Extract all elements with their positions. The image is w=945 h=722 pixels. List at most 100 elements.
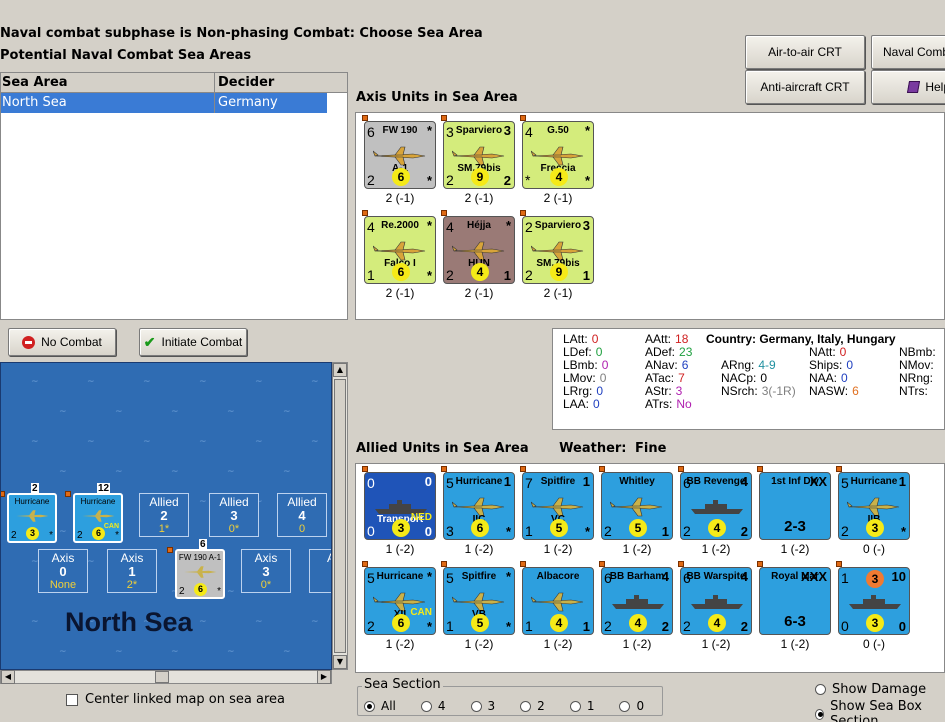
stat-key: NAtt: [809, 345, 836, 359]
stat-value: 0 [596, 384, 604, 398]
scroll-up-arrow-icon[interactable]: ▲ [333, 363, 347, 377]
box-label: Allied [219, 495, 249, 509]
sea-section-radio[interactable] [364, 700, 375, 712]
show-sea-box-option[interactable]: Show Sea Box Section [815, 699, 945, 722]
map-counter-bottom-right: * [115, 530, 119, 541]
no-combat-button[interactable]: No Combat [8, 328, 116, 356]
column-header-sea-area[interactable]: Sea Area [1, 73, 215, 92]
help-button[interactable]: Help [871, 70, 945, 104]
axis-sea-box-box[interactable]: Axis 1 2* [107, 549, 157, 593]
center-map-checkbox[interactable] [66, 693, 78, 706]
counter-bottom-right-value: * [505, 619, 511, 634]
box-value: 1 [128, 564, 136, 579]
no-entry-icon [22, 335, 36, 349]
axis-sea-box-box[interactable]: Ax [309, 549, 331, 593]
allied-sea-box-box[interactable]: Allied 4 0 [277, 493, 327, 537]
sea-section-radio[interactable] [420, 700, 432, 712]
allied-unit-counter[interactable]: 6 4 BB Warspite 2 2 4 [680, 567, 752, 635]
sea-section-radio[interactable] [619, 700, 631, 712]
horizontal-scroll-thumb[interactable] [155, 671, 169, 683]
vertical-scroll-thumb[interactable] [334, 379, 346, 653]
axis-sea-box-box[interactable]: Axis 0 None [38, 549, 88, 593]
allied-unit-counter[interactable]: 6 4 BB Revenge 2 2 4 [680, 472, 752, 540]
axis-unit-counter[interactable]: 4*Re.2000Falco I1*6 [364, 216, 436, 284]
stat-atac: ATac: 7 [645, 371, 685, 385]
center-map-option[interactable]: Center linked map on sea area [66, 692, 285, 707]
allied-unit-counter[interactable]: 00Transport003NED [364, 472, 436, 540]
box-label: Axis [51, 551, 75, 565]
show-damage-radio[interactable] [815, 684, 826, 695]
map-vertical-scrollbar[interactable]: ▲ ▼ [332, 362, 348, 670]
allied-unit-counter[interactable]: 51HurricaneIIC3*6 [443, 472, 515, 540]
sea-section-option[interactable]: 4 [420, 699, 446, 713]
air-to-air-crt-button[interactable]: Air-to-air CRT [745, 35, 865, 69]
sea-area-cell: North Sea [1, 93, 215, 113]
scroll-down-arrow-icon[interactable]: ▼ [333, 655, 347, 669]
stat-value: 3(-1R) [761, 384, 796, 398]
counter-bottom-right-value: * [900, 524, 906, 539]
counter-bottom-left-value: 1 [525, 618, 533, 634]
table-row[interactable]: North Sea Germany [1, 93, 327, 113]
allied-sea-box-box[interactable]: Allied 2 1* [139, 493, 189, 537]
allied-unit-counter[interactable]: 5*HurricaneXII2*6CAN [364, 567, 436, 635]
wave-mark: ~ [199, 437, 207, 447]
map-counter-circle: 6 [194, 583, 207, 596]
column-header-decider[interactable]: Decider [215, 73, 327, 92]
sea-section-radio[interactable] [569, 700, 581, 712]
initiate-combat-button[interactable]: ✔ Initiate Combat [139, 328, 247, 356]
allied-unit-counter[interactable]: Albacore 1 1 4 [522, 567, 594, 635]
counter-bottom-right-value: 2 [503, 173, 511, 188]
map-counter-bottom-right: * [217, 586, 221, 597]
counter-marker-icon [441, 466, 447, 472]
counter-circle-value: 6 [392, 263, 410, 281]
counter-bottom-left-value: 2 [604, 618, 612, 634]
sea-section-option[interactable]: 0 [619, 699, 644, 713]
counter-bottom-left-value: 0 [841, 618, 849, 634]
axis-unit-counter[interactable]: 4*G.50Freccia**4 [522, 121, 594, 189]
anti-aircraft-crt-button[interactable]: Anti-aircraft CRT [745, 70, 865, 104]
allied-unit-counter[interactable]: XXX Royal Mar 6-3 [759, 567, 831, 635]
counter-unit-name: BB Revenge [686, 476, 746, 487]
axis-unit-counter[interactable]: 4*HéjjaHUN214 [443, 216, 515, 284]
show-sea-box-radio[interactable] [815, 708, 825, 720]
sea-section-option[interactable]: 1 [569, 699, 594, 713]
counter-caption: 1 (-2) [464, 542, 494, 556]
allied-sea-box-box[interactable]: Allied 3 0* [209, 493, 259, 537]
wave-mark: ~ [31, 377, 39, 387]
sea-section-option[interactable]: 2 [520, 699, 545, 713]
counter-circle-value: 4 [550, 168, 568, 186]
allied-unit-counter[interactable]: XX 1st Inf Div 2-3 [759, 472, 831, 540]
allied-unit-counter[interactable]: 71SpitfireVC1*5 [522, 472, 594, 540]
sea-section-radio[interactable] [470, 700, 482, 712]
map-counter-bottom-right: * [49, 530, 53, 541]
allied-unit-counter[interactable]: 5*SpitfireVB1*5 [443, 567, 515, 635]
plane-icon [610, 497, 663, 517]
axis-sea-box-box[interactable]: Axis 3 0* [241, 549, 291, 593]
stat-nacp: NACp: 0 [721, 371, 767, 385]
sea-section-option[interactable]: 3 [470, 699, 495, 713]
wave-mark: ~ [143, 377, 151, 387]
show-damage-option[interactable]: Show Damage [815, 682, 926, 697]
map-unit-counter[interactable]: FW 190 A-1 2 6 * 6 [175, 539, 225, 599]
map-unit-counter[interactable]: Hurricane 2 3 * 2 [7, 483, 57, 543]
counter-circle-value: 4 [708, 614, 726, 632]
scroll-left-arrow-icon[interactable]: ◀ [1, 670, 15, 684]
axis-unit-counter[interactable]: 6*FW 190A-12*6 [364, 121, 436, 189]
axis-unit-counter[interactable]: 33SparvieroSM.79bis229 [443, 121, 515, 189]
counter-caption: 2 (-1) [385, 286, 415, 300]
axis-unit-counter[interactable]: 23SparvieroSM.79bis219 [522, 216, 594, 284]
sea-section-group: Sea Section All 4 3 2 1 0 [357, 677, 663, 716]
wave-mark: ~ [255, 377, 263, 387]
allied-unit-counter[interactable]: Whitley 2 1 5 [601, 472, 673, 540]
map-unit-counter[interactable]: Hurricane 2 6 * CAN 12 [73, 483, 123, 543]
map-horizontal-scrollbar[interactable]: ◀ ▶ [0, 670, 332, 684]
sea-area-map[interactable]: ~~~~~~~~~~~~~~~~~~~~~~~~~~~~~~~~~~~~~~~~… [0, 362, 332, 670]
allied-unit-counter[interactable]: 1 10 0 0 3 3 [838, 567, 910, 635]
sea-section-option[interactable]: All [364, 699, 396, 713]
naval-combat-crt-button[interactable]: Naval Combat [871, 35, 945, 69]
allied-unit-counter[interactable]: 51HurricaneIIB2*3 [838, 472, 910, 540]
counter-marker-icon [678, 466, 684, 472]
sea-section-radio[interactable] [520, 700, 532, 712]
scroll-right-arrow-icon[interactable]: ▶ [317, 670, 331, 684]
allied-unit-counter[interactable]: 6 4 BB Barham 2 2 4 [601, 567, 673, 635]
